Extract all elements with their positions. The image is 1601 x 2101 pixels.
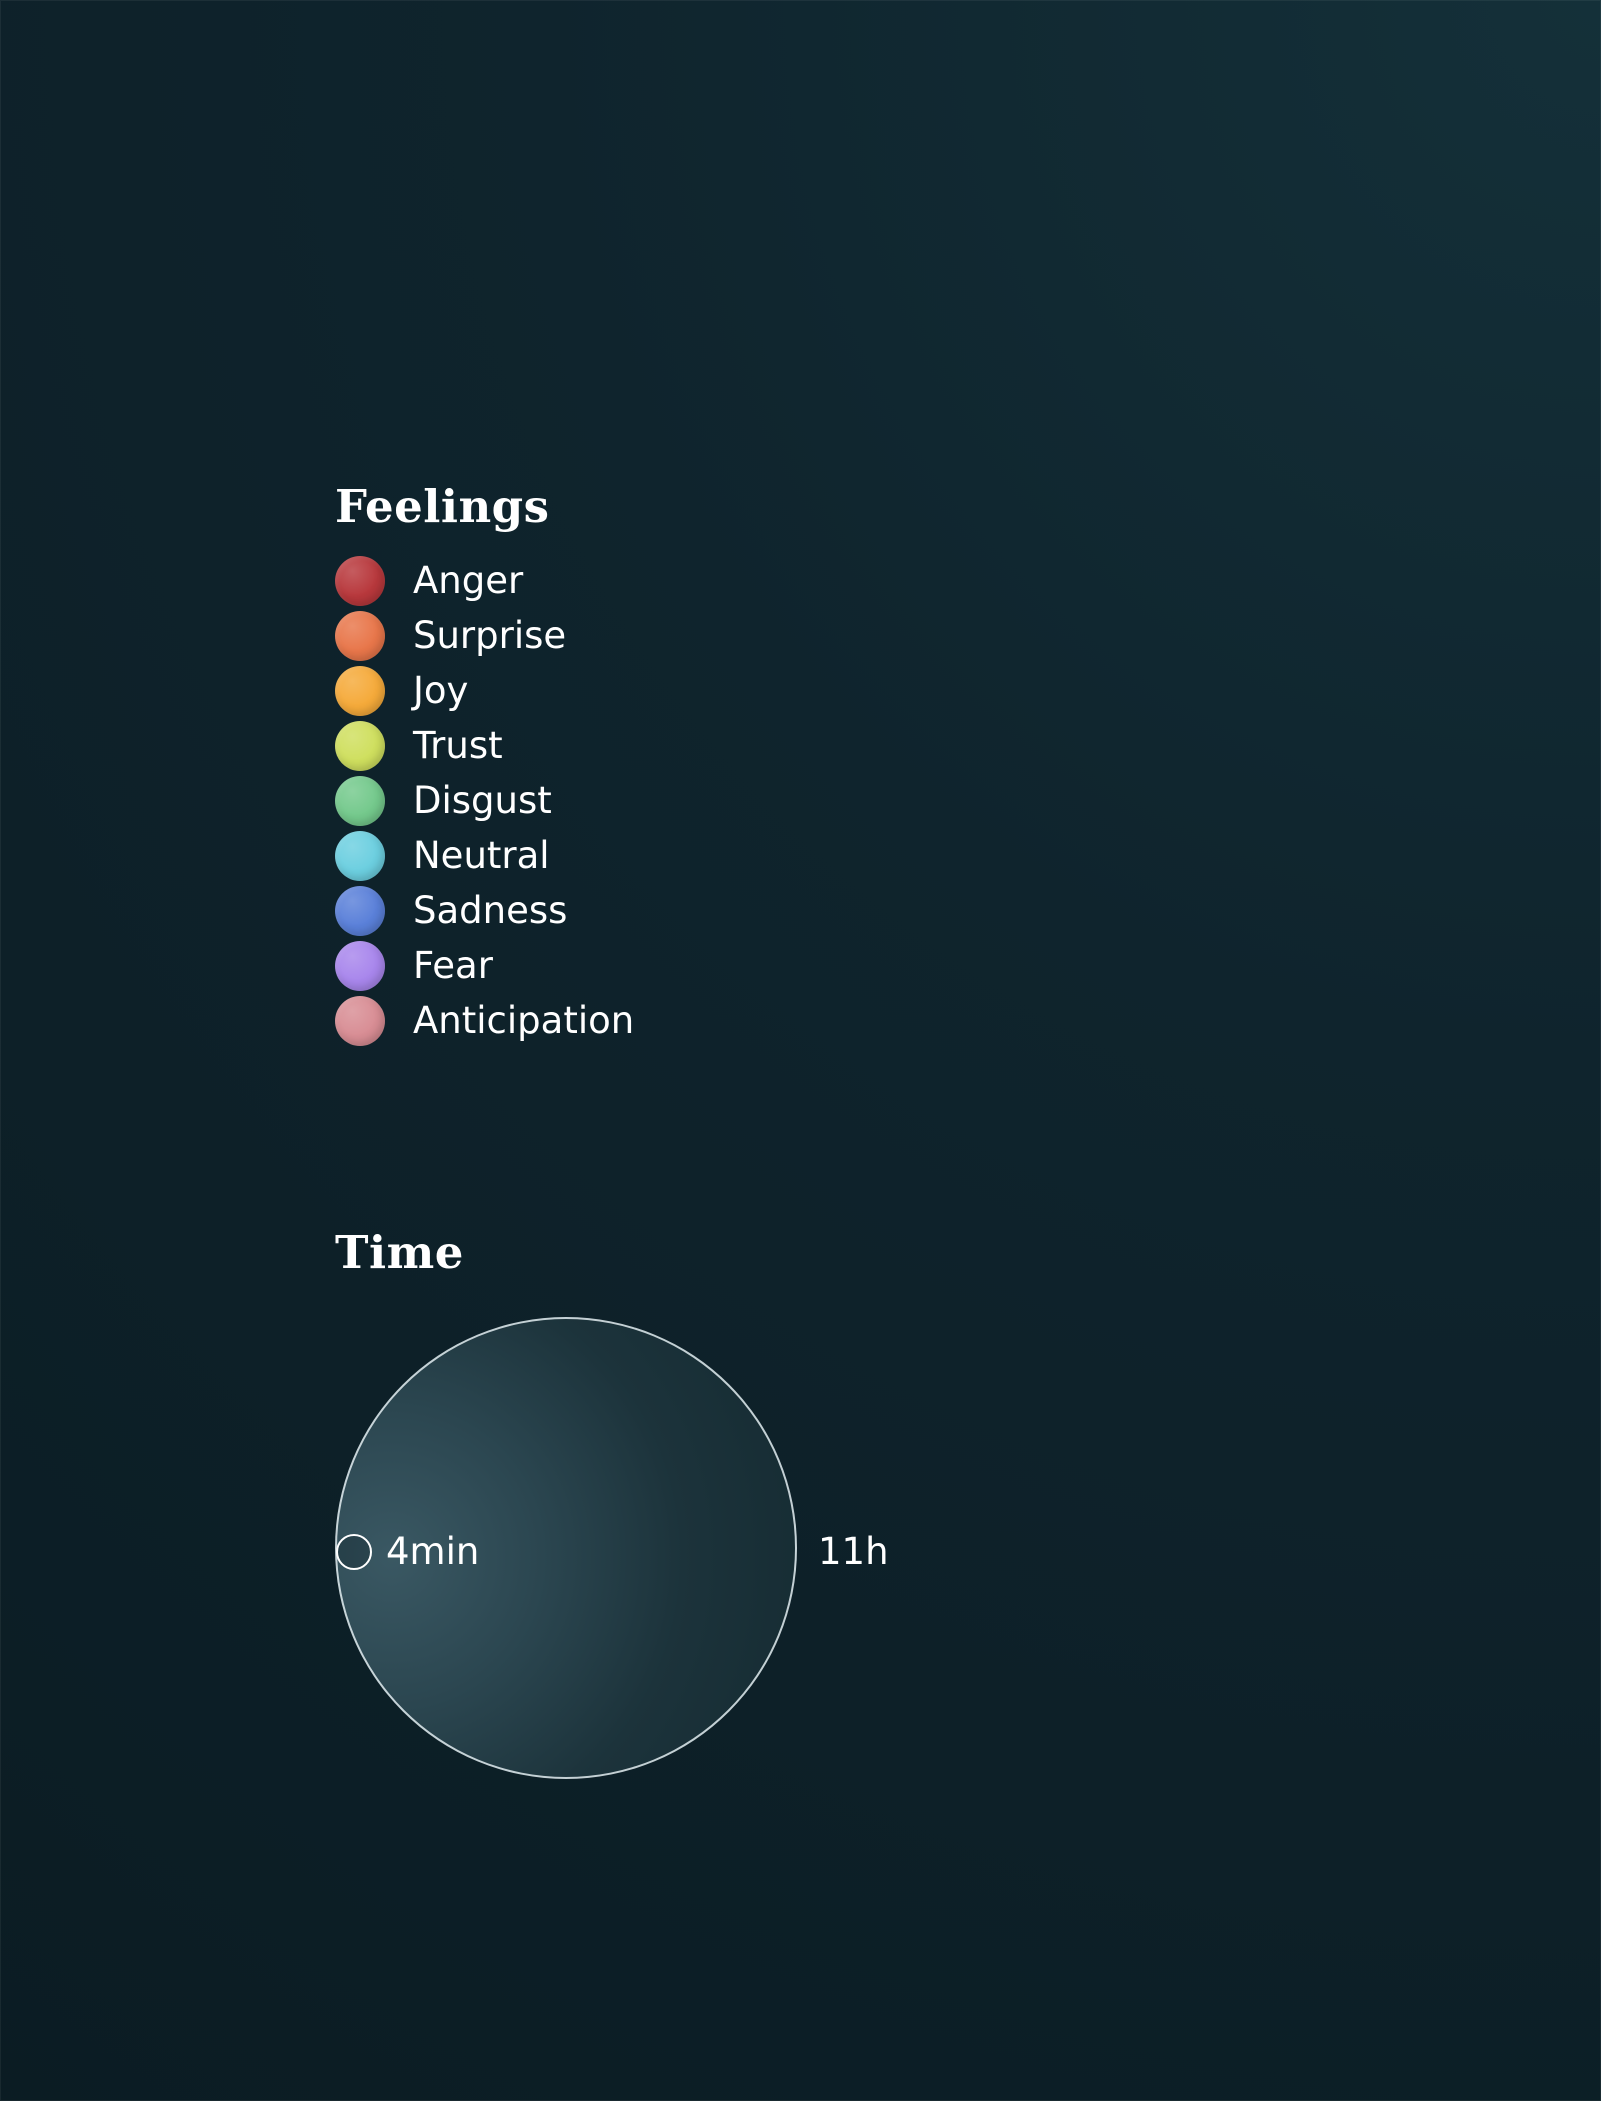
max-time-label: 11h xyxy=(818,1530,889,1573)
legend-item: Disgust xyxy=(335,773,735,828)
trust-color-dot-icon xyxy=(335,720,385,771)
surprise-color-dot-icon xyxy=(335,610,385,661)
legend-item: Neutral xyxy=(335,828,735,883)
min-time-marker-icon xyxy=(336,1534,372,1570)
disgust-color-dot-icon xyxy=(335,775,385,826)
legend-item: Fear xyxy=(335,938,735,993)
legend-label: Anger xyxy=(413,559,524,602)
anger-color-dot-icon xyxy=(335,555,385,606)
legend-item: Anger xyxy=(335,553,735,608)
legend-label: Fear xyxy=(413,944,493,987)
legend-label: Joy xyxy=(413,669,469,712)
legend-label: Disgust xyxy=(413,779,552,822)
min-time-label: 4min xyxy=(386,1530,480,1573)
legend-item: Sadness xyxy=(335,883,735,938)
feelings-title: Feelings xyxy=(335,480,550,533)
legend-item: Trust xyxy=(335,718,735,773)
legend-label: Trust xyxy=(413,724,503,767)
legend-label: Surprise xyxy=(413,614,567,657)
feelings-legend: Anger Surprise Joy Trust Disgust Neutral Sadne… xyxy=(335,553,735,1048)
joy-color-dot-icon xyxy=(335,665,385,716)
legend-label: Neutral xyxy=(413,834,550,877)
time-title: Time xyxy=(335,1226,464,1279)
legend-item: Joy xyxy=(335,663,735,718)
legend-item: Surprise xyxy=(335,608,735,663)
legend-label: Sadness xyxy=(413,889,568,932)
legend-item: Anticipation xyxy=(335,993,735,1048)
anticipation-color-dot-icon xyxy=(335,995,385,1046)
neutral-color-dot-icon xyxy=(335,830,385,881)
page-frame xyxy=(0,0,1601,2101)
fear-color-dot-icon xyxy=(335,940,385,991)
legend-label: Anticipation xyxy=(413,999,635,1042)
sadness-color-dot-icon xyxy=(335,885,385,936)
